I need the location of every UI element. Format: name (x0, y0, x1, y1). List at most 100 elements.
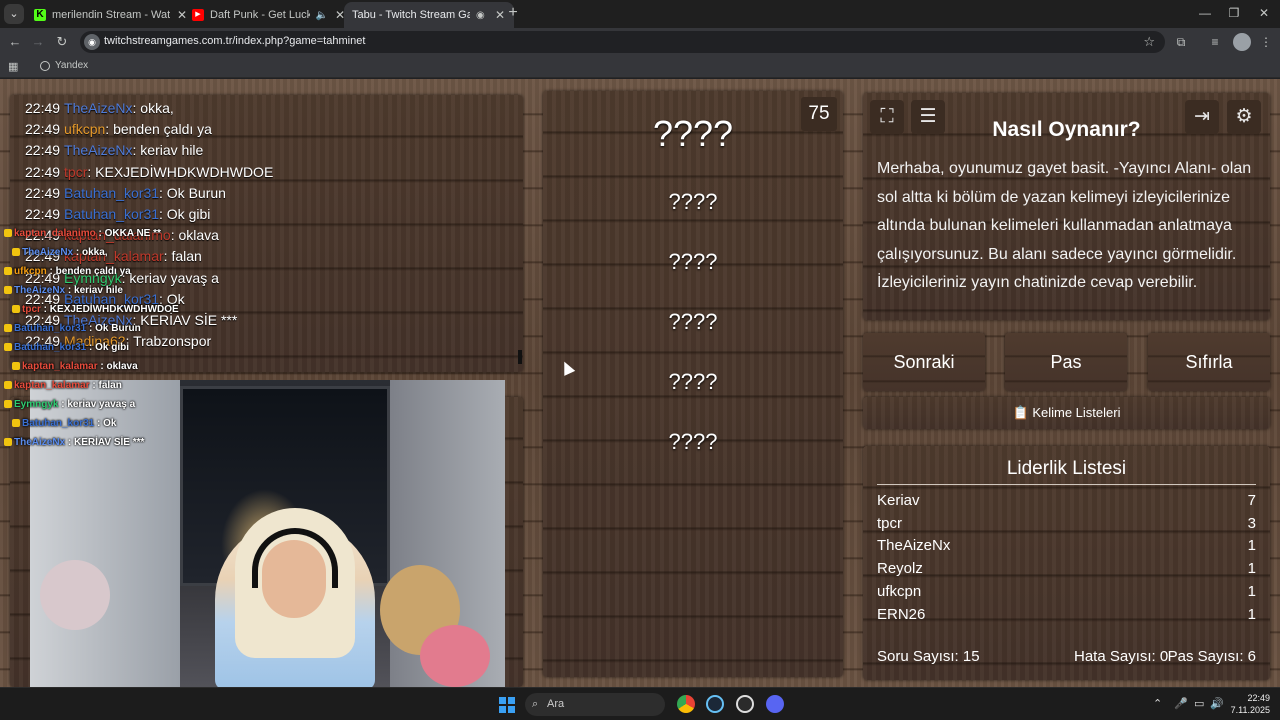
overlay-separator: : (97, 361, 107, 372)
overlay-chat-line: kaptan_kalamar : falan (4, 380, 122, 391)
address-bar[interactable]: ◉ twitchstreamgames.com.tr/index.php?gam… (80, 31, 1165, 53)
overlay-username: kaptan_kalamar (22, 361, 98, 372)
pink-bear-plush (420, 625, 490, 687)
kick-icon: K (34, 9, 46, 21)
restore-button[interactable]: ❐ (1219, 4, 1249, 22)
overlay-chat-line: TheAizeNx : KERİAV SİE *** (4, 437, 144, 448)
overlay-chat-line: Batuhan_kor31 : Ok gibi (4, 342, 129, 353)
tab-kick-stream[interactable]: K merilendin Stream - Watch Live ✕ (26, 2, 196, 28)
reload-icon[interactable]: ↻ (53, 33, 71, 51)
pass-count: Pas Sayısı: 6 (1167, 648, 1256, 665)
chat-message: 22:49 ufkcpn: benden çaldı ya (25, 121, 212, 137)
subscriber-badge-icon (12, 248, 20, 256)
chat-username[interactable]: Batuhan_kor31 (64, 206, 159, 222)
chrome-icon[interactable] (677, 695, 695, 713)
new-tab-button[interactable]: + (504, 4, 522, 22)
chat-username[interactable]: Batuhan_kor31 (64, 185, 159, 201)
windows-start-icon[interactable] (499, 697, 515, 713)
next-button[interactable]: Sonraki (863, 333, 985, 391)
word-lists-button[interactable]: 📋 Kelime Listeleri (863, 397, 1270, 429)
divider (877, 484, 1256, 485)
recording-icon: ◉ (476, 9, 485, 21)
leaderboard-panel: Liderlik Listesi Keriav 7 tpcr 3 TheAizeNx 1 R… (863, 446, 1270, 680)
tab-strip: ⌄ K merilendin Stream - Watch Live ✕ ▶ D… (0, 0, 1280, 28)
profile-avatar[interactable] (1233, 33, 1251, 51)
subscriber-badge-icon (12, 362, 20, 370)
overlay-username: TheAizeNx (14, 437, 66, 448)
overlay-separator: : (65, 285, 75, 296)
chat-message: 22:49 TheAizeNx: okka, (25, 100, 174, 116)
subscriber-badge-icon (4, 286, 12, 294)
chat-text: Ok Burun (166, 184, 226, 201)
overlay-chat-line: kaptan_kalamar : oklava (12, 361, 138, 372)
discord-icon[interactable] (766, 695, 784, 713)
tray-chevron-icon[interactable]: ⌃ (1153, 697, 1162, 710)
obs-icon[interactable] (736, 695, 754, 713)
back-arrow-icon[interactable]: ← (6, 33, 24, 51)
network-icon[interactable]: ▭ (1194, 697, 1204, 710)
leaderboard-row: ufkcpn 1 (877, 583, 1256, 605)
overlay-text: KEXJEDİWHDKWDHWDOE (49, 304, 179, 315)
subscriber-badge-icon (12, 419, 20, 427)
chat-timestamp: 22:49 (25, 121, 61, 138)
chat-timestamp: 22:49 (25, 142, 61, 159)
media-controls-icon[interactable]: ≡ (1206, 33, 1224, 51)
steam-icon[interactable] (706, 695, 724, 713)
pass-button[interactable]: Pas (1005, 333, 1127, 391)
chat-timestamp: 22:49 (25, 163, 61, 180)
player-score: 1 (1247, 605, 1256, 623)
chat-username[interactable]: ufkcpn (64, 121, 105, 137)
leaderboard-row: Keriav 7 (877, 492, 1256, 514)
overlay-text: Ok Burun (95, 323, 141, 334)
player-name: TheAizeNx (877, 537, 951, 555)
overlay-username: kaptan_kalamar (14, 380, 90, 391)
windows-taskbar: ⌕ Ara ⌃ 🎤 ▭ 🔊 22:49 7.11.2025 (0, 687, 1280, 720)
audio-playing-icon[interactable]: 🔈 (316, 10, 328, 21)
tab-tabu-game[interactable]: Tabu - Twitch Stream Games ◉ ✕ (344, 2, 514, 28)
site-info-icon[interactable]: ◉ (84, 34, 100, 50)
system-clock[interactable]: 22:49 7.11.2025 (1222, 692, 1270, 716)
overlay-username: TheAizeNx (14, 285, 66, 296)
apps-grid-icon[interactable]: ▦ (8, 60, 18, 73)
overlay-text: benden çaldı ya (55, 266, 131, 277)
url-text[interactable]: twitchstreamgames.com.tr/index.php?game=… (104, 35, 365, 47)
minimize-button[interactable]: — (1190, 4, 1220, 22)
overlay-text: falan (98, 380, 122, 391)
leaderboard-title: Liderlik Listesi (1006, 458, 1127, 479)
question-count: Soru Sayısı: 15 (877, 648, 980, 665)
player-name: tpcr (877, 514, 903, 532)
forward-arrow-icon[interactable]: → (29, 33, 47, 51)
youtube-icon: ▶ (192, 9, 204, 21)
subscriber-badge-icon (4, 229, 12, 237)
player-name: Reyolz (877, 560, 923, 578)
globe-icon (40, 60, 50, 71)
overlay-separator: : (95, 228, 105, 239)
chat-username[interactable]: TheAizeNx (64, 100, 132, 116)
overlay-separator: : (46, 266, 56, 277)
bookmark-star-icon[interactable]: ☆ (1143, 34, 1155, 50)
overlay-chat-line: Batuhan_kor31 : Ok Burun (4, 323, 141, 334)
chat-username[interactable]: tpcr (64, 164, 87, 180)
chat-message: 22:49 tpcr: KEXJEDİWHDKWDHWDOE (25, 164, 273, 180)
bookmarks-bar: ▦ Yandex (0, 56, 1280, 78)
chat-separator: : (87, 163, 96, 180)
chat-username[interactable]: TheAizeNx (64, 142, 132, 158)
player-score: 1 (1247, 582, 1256, 600)
extensions-icon[interactable]: ⧉ (1172, 33, 1190, 51)
overlay-username: Batuhan_kor31 (22, 418, 95, 429)
chat-text: benden çaldı ya (113, 121, 212, 138)
menu-kebab-icon[interactable]: ⋮ (1257, 33, 1275, 51)
microphone-icon[interactable]: 🎤 (1174, 697, 1188, 710)
overlay-separator: : (40, 304, 50, 315)
tab-youtube-daft-punk[interactable]: ▶ Daft Punk - Get Lucky (Feat. 🔈 ✕ (184, 2, 354, 28)
reset-button[interactable]: Sıfırla (1148, 333, 1270, 391)
bookmark-yandex[interactable]: Yandex (40, 60, 88, 71)
subscriber-badge-icon (4, 324, 12, 332)
player-score: 1 (1247, 537, 1256, 555)
chat-timestamp: 22:49 (25, 184, 61, 201)
tab-search-chevron-icon[interactable]: ⌄ (4, 4, 24, 24)
chat-scrollbar[interactable] (518, 350, 522, 364)
close-window-button[interactable]: ✕ (1249, 4, 1279, 22)
taboo-word: ???? (668, 189, 718, 214)
taskbar-search[interactable]: ⌕ Ara (525, 693, 665, 716)
